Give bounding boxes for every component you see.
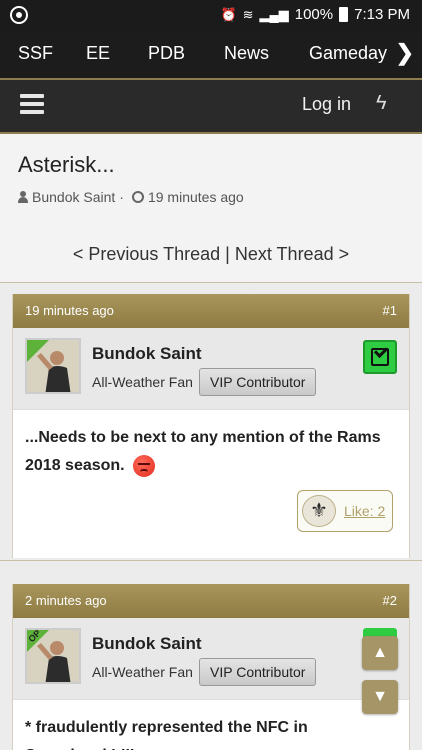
post-header: 19 minutes ago #1 <box>13 294 409 328</box>
user-rank: All-Weather Fan <box>92 664 193 680</box>
clock-time: 7:13 PM <box>354 6 410 23</box>
status-indicators: ⏰ ≋ ▂▄▆ 100% 7:13 PM <box>220 6 410 23</box>
user-rank: All-Weather Fan <box>92 374 193 390</box>
thread-age: 19 minutes ago <box>147 189 244 205</box>
nav-item-gameday[interactable]: Gameday <box>309 43 387 64</box>
thread-meta: Bundok Saint · 19 minutes ago <box>18 189 244 205</box>
nav-item-ee[interactable]: EE <box>86 43 110 64</box>
user-icon <box>18 191 28 203</box>
top-nav: SSF EE PDB News Gameday ❯ <box>0 30 422 78</box>
clock-icon <box>131 191 144 203</box>
wifi-icon: ≋ <box>242 6 254 22</box>
post: 19 minutes ago #1 Bundok Saint All-Weath… <box>12 294 410 558</box>
username[interactable]: Bundok Saint <box>92 634 202 654</box>
post-text: ...Needs to be next to any mention of th… <box>25 424 385 480</box>
login-button[interactable]: Log in <box>302 94 351 115</box>
avatar[interactable] <box>25 338 81 394</box>
post: 2 minutes ago #2 OP Bundok Saint All-Wea… <box>12 584 410 750</box>
post-user-info: OP Bundok Saint All-Weather Fan VIP Cont… <box>13 618 409 700</box>
vip-badge: VIP Contributor <box>199 368 317 396</box>
post-time: 2 minutes ago <box>25 593 107 608</box>
signal-icon: ▂▄▆ <box>259 6 289 22</box>
nav-item-ssf[interactable]: SSF <box>18 43 53 64</box>
sub-bar: Log in ϟ <box>0 80 422 132</box>
hamburger-icon[interactable] <box>20 94 44 114</box>
fleur-de-lis-icon: ⚜ <box>302 495 336 527</box>
previous-thread-link[interactable]: < Previous Thread <box>73 244 220 264</box>
app-icon <box>10 6 28 24</box>
post-user-info: Bundok Saint All-Weather Fan VIP Contrib… <box>13 328 409 410</box>
like-button[interactable]: ⚜ Like: 2 <box>297 490 393 532</box>
avatar[interactable]: OP <box>25 628 81 684</box>
status-bar: ⏰ ≋ ▂▄▆ 100% 7:13 PM <box>0 0 422 30</box>
header-separator <box>0 282 422 283</box>
bolt-icon[interactable]: ϟ <box>376 92 387 115</box>
online-indicator <box>27 340 49 362</box>
thread-navigation: < Previous Thread | Next Thread > <box>0 244 422 265</box>
post-text: * fraudulently represented the NFC in Su… <box>25 719 308 750</box>
vip-badge: VIP Contributor <box>199 658 317 686</box>
next-thread-link[interactable]: Next Thread > <box>235 244 349 264</box>
nav-item-pdb[interactable]: PDB <box>148 43 185 64</box>
battery-percent: 100% <box>294 6 334 23</box>
alarm-icon: ⏰ <box>220 6 237 22</box>
thread-header: Asterisk... Bundok Saint · 19 minutes ag… <box>0 134 422 282</box>
post-number[interactable]: #1 <box>383 303 397 318</box>
nav-item-news[interactable]: News <box>224 43 269 64</box>
post-header: 2 minutes ago #2 <box>13 584 409 618</box>
scroll-down-icon[interactable]: ▼ <box>362 680 398 714</box>
page-title: Asterisk... <box>18 152 115 177</box>
chevron-right-icon[interactable]: ❯ <box>396 40 414 66</box>
post-number[interactable]: #2 <box>383 593 397 608</box>
best-answer-check-icon[interactable] <box>363 340 397 374</box>
scroll-up-icon[interactable]: ▲ <box>362 636 398 670</box>
angry-face-icon <box>133 454 156 477</box>
post-separator <box>0 560 422 561</box>
meta-separator: · <box>119 189 124 205</box>
thread-author[interactable]: Bundok Saint <box>32 189 115 205</box>
post-time: 19 minutes ago <box>25 303 114 318</box>
username[interactable]: Bundok Saint <box>92 344 202 364</box>
like-count-link[interactable]: Like: 2 <box>344 503 385 519</box>
battery-icon <box>339 7 349 22</box>
thread-nav-divider: | <box>225 244 230 264</box>
